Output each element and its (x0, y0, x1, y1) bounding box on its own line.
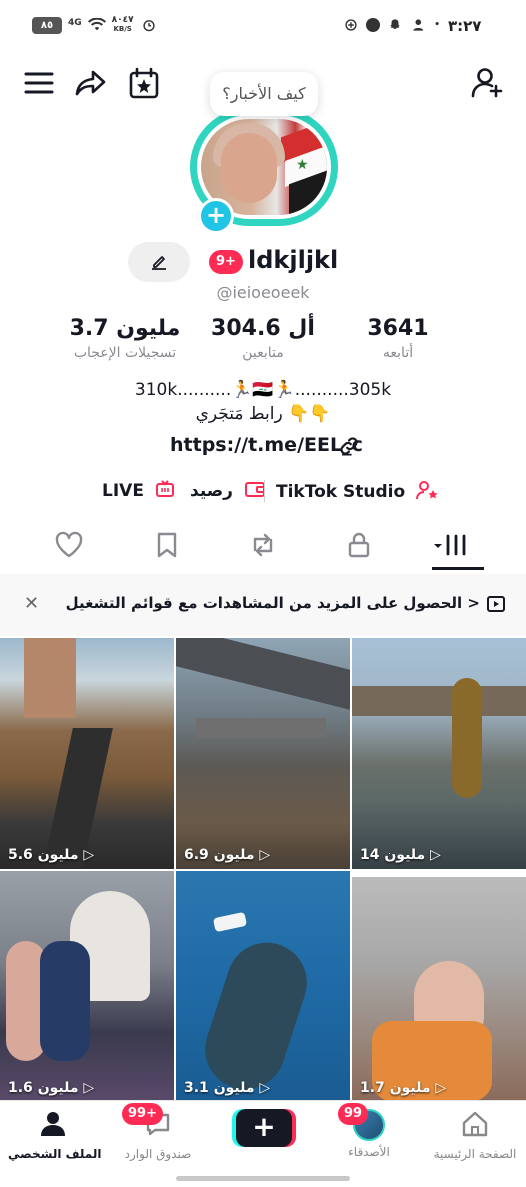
likes-stat[interactable]: 3.7 مليون تسجيلات الإعجاب (60, 316, 190, 361)
friends-badge: 99 (338, 1103, 369, 1125)
nav-friends-label: الأصدقاء (348, 1145, 390, 1159)
status-bar: ٨٥ 4G ٨٠٤٧ KB/S • ٣:٢٧ (0, 0, 526, 54)
grid-icon (434, 534, 466, 556)
tab-saved[interactable] (152, 530, 192, 562)
lock-icon (348, 532, 370, 558)
video-thumbnail[interactable]: 1.6 مليون ▷ (0, 871, 174, 1102)
video-views: 5.6 مليون ▷ (8, 847, 95, 863)
heart-icon (55, 531, 83, 558)
network-speed: ٨٠٤٧ KB/S (111, 15, 134, 34)
tab-private[interactable] (344, 530, 384, 562)
bottom-navigation: الصفحة الرئيسية الأصدقاء 99 + صندوق الوا… (0, 1100, 526, 1187)
add-circle-icon (345, 19, 357, 31)
profile-icon (41, 1112, 65, 1136)
snapchat-icon (390, 19, 401, 30)
username[interactable]: ldkjljkl (248, 246, 338, 274)
live-label: LIVE (102, 481, 144, 501)
tiktok-studio-link[interactable]: TikTok Studio (276, 480, 439, 502)
user-handle: @ieioeoeek (216, 283, 310, 302)
studio-person-icon (415, 481, 438, 500)
alarm-icon (143, 20, 155, 32)
profile-notify-icon (413, 19, 424, 31)
share-icon[interactable] (74, 66, 108, 100)
likes-count: 3.7 مليون (69, 316, 181, 341)
bookmark-icon (157, 532, 177, 558)
nav-profile-label: الملف الشخصي (8, 1147, 102, 1161)
wifi-icon (87, 18, 106, 31)
menu-icon[interactable] (22, 66, 56, 100)
studio-label: TikTok Studio (276, 482, 406, 502)
playlist-banner-text: الحصول على المزيد من المشاهدات مع قوائم … (65, 594, 480, 612)
live-tv-icon (156, 480, 175, 497)
followers-label: متابعين (242, 345, 284, 361)
balance-label: رصيد (190, 481, 233, 501)
video-views: 3.1 مليون ▷ (184, 1080, 271, 1096)
bio-link[interactable]: https://t.me/EEL_c (170, 434, 363, 456)
video-thumbnail[interactable]: 6.9 مليون ▷ (176, 638, 350, 869)
playlist-banner[interactable]: ✕ الحصول على المزيد من المشاهدات مع قوائ… (0, 574, 526, 636)
close-icon[interactable]: ✕ (24, 593, 39, 614)
calendar-star-icon[interactable] (127, 66, 161, 100)
tab-videos[interactable] (432, 530, 482, 562)
following-stat[interactable]: 3641 أتابعه (340, 316, 456, 361)
nav-home-label: الصفحة الرئيسية (433, 1147, 517, 1161)
video-views: 1.7 مليون ▷ (360, 1080, 447, 1096)
messenger-icon (366, 18, 381, 32)
nav-inbox-label: صندوق الوارد (124, 1147, 192, 1161)
likes-label: تسجيلات الإعجاب (73, 345, 177, 361)
video-thumbnail[interactable]: 1.7 مليون ▷ (352, 871, 526, 1102)
video-views: 6.9 مليون ▷ (184, 847, 271, 863)
edit-profile-button[interactable] (128, 242, 190, 282)
followers-stat[interactable]: 304.6 أل متابعين (200, 316, 326, 361)
playlist-icon (487, 596, 505, 612)
tab-reposts[interactable] (248, 530, 288, 562)
flag-icon: ★ (296, 157, 309, 173)
status-bubble[interactable]: كيف الأخبار؟ (210, 72, 318, 116)
status-time: ٣:٢٧ (448, 17, 482, 35)
status-left-icons: ٨٥ 4G ٨٠٤٧ KB/S (32, 16, 158, 34)
create-button[interactable]: + (236, 1109, 292, 1147)
repost-icon (253, 533, 273, 557)
tab-liked[interactable] (54, 530, 94, 562)
divider (264, 480, 265, 502)
add-story-plus-icon[interactable]: + (198, 198, 234, 234)
home-icon (462, 1111, 488, 1137)
profile-tabs (0, 522, 526, 572)
pencil-icon (152, 256, 166, 270)
video-grid: 5.6 مليون ▷ 6.9 مليون ▷ 14 مليون ▷ 1.6 م… (0, 638, 526, 1102)
video-thumbnail[interactable]: 14 مليون ▷ (352, 638, 526, 869)
quick-links-row: LIVE رصيد TikTok Studio (0, 478, 526, 504)
nav-home[interactable]: الصفحة الرئيسية (430, 1109, 520, 1161)
status-right-icons: • (342, 18, 440, 32)
inbox-badge: 99+ (122, 1103, 163, 1125)
notification-badge[interactable]: 9+ (209, 250, 243, 274)
add-friend-icon[interactable] (470, 66, 504, 100)
live-link[interactable]: LIVE (102, 480, 175, 501)
video-thumbnail[interactable]: 3.1 مليون ▷ (176, 871, 350, 1102)
nav-profile[interactable]: الملف الشخصي (8, 1109, 102, 1161)
bio-line-1: 310k..........🏃🇮🇶🏃..........305k (134, 380, 392, 400)
video-thumbnail[interactable]: 5.6 مليون ▷ (0, 638, 174, 869)
following-label: أتابعه (382, 345, 414, 361)
followers-count: 304.6 أل (211, 316, 315, 341)
active-tab-indicator (432, 567, 484, 570)
bio-line-2: رابط مَتجَري 👇👇 (195, 404, 331, 424)
link-icon (340, 437, 358, 455)
following-count: 3641 (367, 316, 429, 341)
battery-icon: ٨٥ (32, 16, 62, 34)
video-views: 1.6 مليون ▷ (8, 1080, 95, 1096)
dot-icon: • (434, 19, 440, 30)
home-indicator (176, 1176, 350, 1181)
balance-link[interactable]: رصيد (190, 480, 266, 501)
video-views: 14 مليون ▷ (360, 847, 441, 863)
network-type: 4G (68, 17, 82, 28)
